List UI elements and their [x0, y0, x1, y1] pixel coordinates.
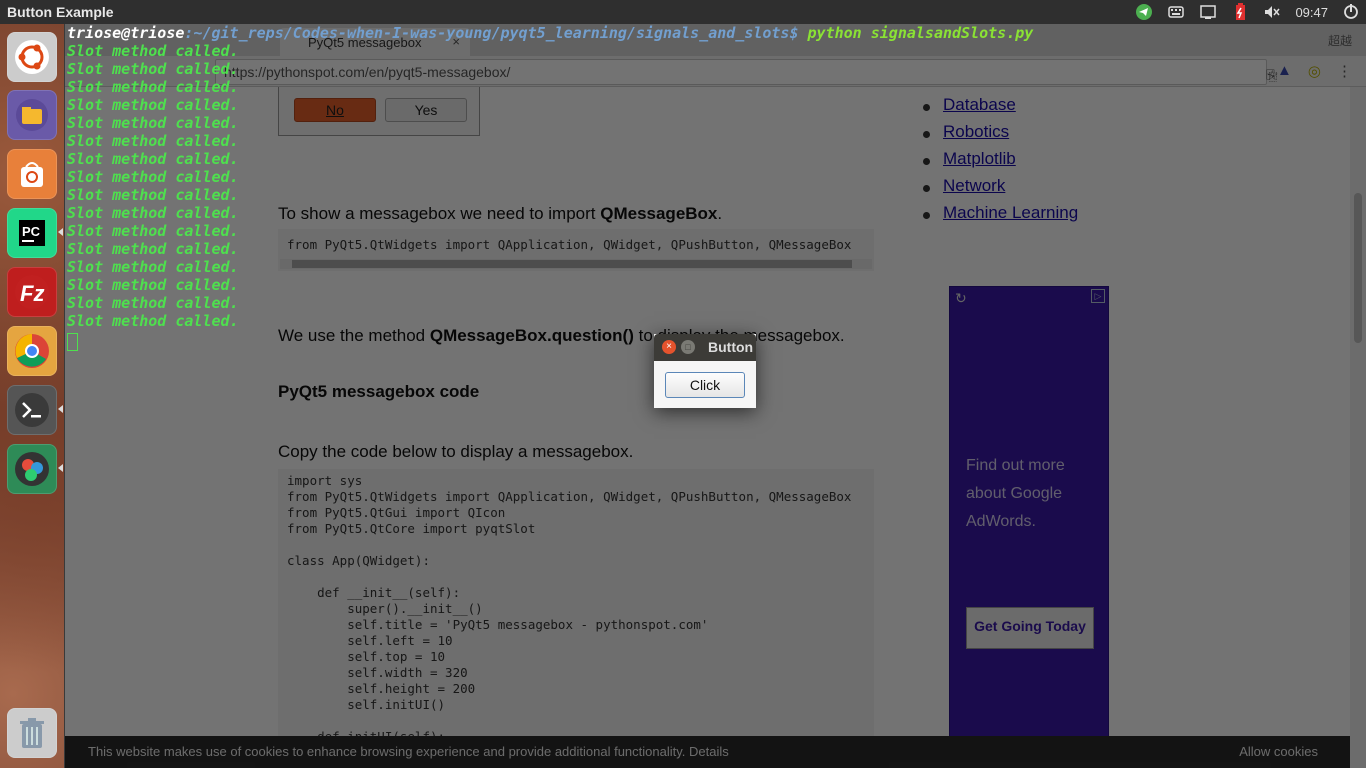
slot-output-line: Slot method called. — [67, 168, 239, 186]
pycharm-icon[interactable]: PC — [7, 208, 63, 258]
filezilla-icon[interactable]: Fz — [7, 267, 57, 317]
code-line: from PyQt5.QtWidgets import QApplication… — [287, 489, 852, 504]
slot-output-line: Slot method called. — [67, 222, 239, 240]
button-example-window: × □ Button Example Click — [654, 334, 756, 408]
prompt-user: triose@triose — [67, 24, 185, 42]
profile-label[interactable]: 超越 — [1328, 32, 1352, 49]
python-app-icon[interactable] — [7, 444, 63, 494]
page-scrollbar-thumb[interactable] — [1354, 193, 1362, 343]
dialog-titlebar[interactable]: × □ Button Example — [654, 334, 756, 361]
window-title: Button Example — [7, 4, 114, 20]
slot-output-line: Slot method called. — [67, 240, 239, 258]
ad-text: Find out more about Google AdWords. — [966, 457, 1065, 530]
terminal-icon[interactable] — [7, 385, 63, 435]
telegram-icon[interactable] — [1135, 3, 1153, 21]
slot-output-line: Slot method called. — [67, 60, 239, 78]
chrome-icon[interactable] — [7, 326, 57, 376]
ad-cta-button[interactable]: Get Going Today — [966, 607, 1094, 649]
slot-output-line: Slot method called. — [67, 132, 239, 150]
menu-icon[interactable]: ⋮ — [1337, 62, 1352, 80]
slot-output-line: Slot method called. — [67, 42, 239, 60]
slot-output-line: Slot method called. — [67, 150, 239, 168]
paragraph-copy: Copy the code below to display a message… — [278, 442, 634, 461]
maximize-icon[interactable]: □ — [681, 340, 695, 354]
code-line: self.width = 320 — [287, 665, 468, 680]
terminal-prompt-line: triose@triose:~/git_reps/Codes-when-I-wa… — [67, 24, 1033, 42]
volume-muted-icon[interactable] — [1263, 3, 1281, 21]
close-icon[interactable]: × — [662, 340, 676, 354]
power-settings-icon[interactable] — [1342, 3, 1360, 21]
svg-text:Fz: Fz — [20, 281, 44, 306]
code-line: self.initUI() — [287, 697, 446, 712]
code-line: class App(QWidget): — [287, 553, 430, 568]
system-tray: 09:47 — [1135, 2, 1360, 22]
allow-cookies-button[interactable]: Allow cookies — [1239, 744, 1318, 759]
terminal-cursor — [67, 333, 78, 351]
code-line: self.title = 'PyQt5 messagebox - pythons… — [287, 617, 709, 632]
code-line: import sys — [287, 473, 363, 488]
code-block-main: import sys from PyQt5.QtWidgets import Q… — [278, 469, 874, 768]
prompt-path: :~/git_reps/Codes-when-I-was-young/pyqt5… — [184, 24, 808, 42]
extension-ring-icon[interactable]: ◎ — [1308, 62, 1321, 80]
top-panel: Button Example 09:47 — [0, 0, 1366, 24]
cookie-message: This website makes use of cookies to enh… — [88, 744, 729, 759]
slot-output-line: Slot method called. — [67, 114, 239, 132]
code-line: def __init__(self): — [287, 585, 461, 600]
slot-output-line: Slot method called. — [67, 294, 239, 312]
trash-icon[interactable] — [7, 708, 57, 758]
unity-launcher: PC Fz — [0, 24, 64, 768]
ubuntu-dash-icon[interactable] — [7, 32, 57, 82]
software-center-icon[interactable] — [7, 149, 57, 199]
extension-icons: ▲ ◎ ⋮ — [1277, 62, 1352, 80]
page-scrollbar[interactable] — [1350, 87, 1366, 768]
display-icon[interactable] — [1199, 3, 1217, 21]
code-line: self.top = 10 — [287, 649, 446, 664]
code-line: self.left = 10 — [287, 633, 453, 648]
prompt-command: python signalsandSlots.py — [807, 24, 1034, 42]
clock[interactable]: 09:47 — [1295, 5, 1328, 20]
svg-text:PC: PC — [22, 224, 41, 239]
slot-output-line: Slot method called. — [67, 78, 239, 96]
slot-output-line: Slot method called. — [67, 258, 239, 276]
code-line: super().__init__() — [287, 601, 483, 616]
extension-hat-icon[interactable]: ▲ — [1277, 62, 1292, 80]
click-button[interactable]: Click — [665, 372, 745, 398]
terminal-output[interactable]: triose@triose:~/git_reps/Codes-when-I-wa… — [65, 24, 1165, 364]
slot-output-line: Slot method called. — [67, 276, 239, 294]
slot-output-line: Slot method called. — [67, 186, 239, 204]
files-icon[interactable] — [7, 90, 57, 140]
cookie-banner: This website makes use of cookies to enh… — [65, 736, 1350, 768]
battery-icon[interactable] — [1231, 3, 1249, 21]
section-heading: PyQt5 messagebox code — [278, 382, 480, 401]
code-line: from PyQt5.QtGui import QIcon — [287, 505, 506, 520]
keyboard-icon[interactable] — [1167, 3, 1185, 21]
code-line: self.height = 200 — [287, 681, 476, 696]
slot-output-line: Slot method called. — [67, 204, 239, 222]
code-line: from PyQt5.QtCore import pyqtSlot — [287, 521, 536, 536]
dialog-title: Button Example — [708, 339, 754, 355]
slot-output-line: Slot method called. — [67, 96, 239, 114]
slot-output-line: Slot method called. — [67, 312, 239, 330]
